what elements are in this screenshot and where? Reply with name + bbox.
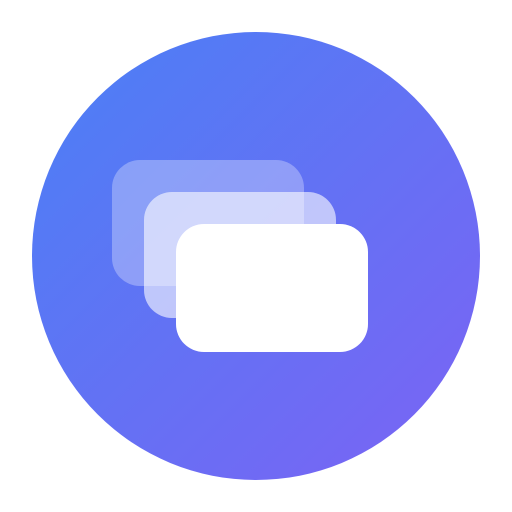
icon-stage bbox=[0, 0, 512, 512]
card-front bbox=[176, 224, 368, 352]
stacked-cards-app-icon bbox=[32, 32, 480, 480]
